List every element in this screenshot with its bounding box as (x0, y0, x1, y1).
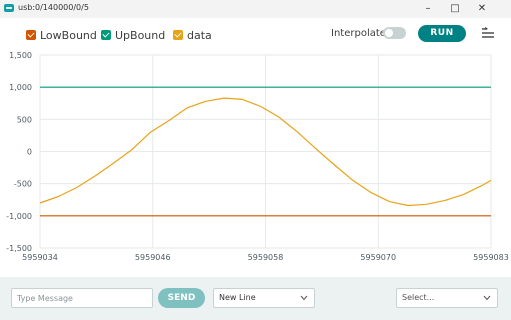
y-tick-label: 0 (27, 148, 32, 157)
checkbox-data[interactable] (173, 30, 183, 40)
line-chart: 1,500 1,000 500 0 -500 -1,000 -1,5005959034 595… (6, 51, 509, 262)
legend-label-upbound: UpBound (115, 28, 166, 42)
y-tick-label: -1,000 (6, 212, 32, 221)
y-tick-label: 500 (17, 115, 32, 124)
y-tick-label: 1,000 (9, 83, 32, 92)
baud-rate-value: Select... (402, 293, 435, 302)
minimize-button[interactable]: – (416, 0, 440, 18)
send-button[interactable]: SEND (158, 288, 205, 308)
legend-item-lowbound[interactable]: LowBound (26, 28, 97, 42)
app-icon (4, 4, 14, 12)
line-ending-value: New Line (219, 293, 256, 302)
y-tick-label: 1,500 (9, 51, 32, 60)
x-tick-label: 5959046 (135, 253, 171, 262)
x-tick-label: 5959034 (22, 253, 58, 262)
menu-icon[interactable] (482, 27, 494, 39)
close-button[interactable]: ✕ (470, 0, 494, 18)
x-tick-label: 5959070 (360, 253, 396, 262)
run-button[interactable]: RUN (418, 25, 466, 42)
plotter-toolbar: LowBound UpBound data Interpolate RUN (0, 18, 511, 50)
toggle-knob (385, 29, 393, 37)
checkbox-lowbound[interactable] (26, 30, 36, 40)
interpolate-label: Interpolate (331, 28, 386, 39)
maximize-button[interactable]: □ (443, 0, 467, 18)
title-bar: usb:0/140000/0/5 – □ ✕ (0, 0, 511, 18)
x-tick-label: 5959083 (473, 253, 509, 262)
chevron-down-icon (483, 295, 491, 301)
message-input[interactable] (11, 288, 153, 308)
x-tick-label: 5959058 (248, 253, 284, 262)
plot-area: 1,500 1,000 500 0 -500 -1,000 -1,500 5959034 595… (0, 50, 511, 275)
interpolate-toggle[interactable] (383, 27, 406, 39)
baud-rate-select[interactable]: Select... (396, 288, 498, 308)
window-title: usb:0/140000/0/5 (18, 3, 89, 12)
legend-label-lowbound: LowBound (40, 28, 97, 42)
line-ending-select[interactable]: New Line (213, 288, 315, 308)
checkbox-upbound[interactable] (101, 30, 111, 40)
legend-item-upbound[interactable]: UpBound (101, 28, 165, 42)
legend-label-data: data (187, 28, 212, 42)
legend-item-data[interactable]: data (173, 28, 212, 42)
message-bar: SEND New Line Select... (0, 277, 511, 320)
y-tick-label: -500 (14, 180, 32, 189)
y-tick-label: -1,500 (6, 244, 32, 253)
chevron-down-icon (300, 295, 308, 301)
